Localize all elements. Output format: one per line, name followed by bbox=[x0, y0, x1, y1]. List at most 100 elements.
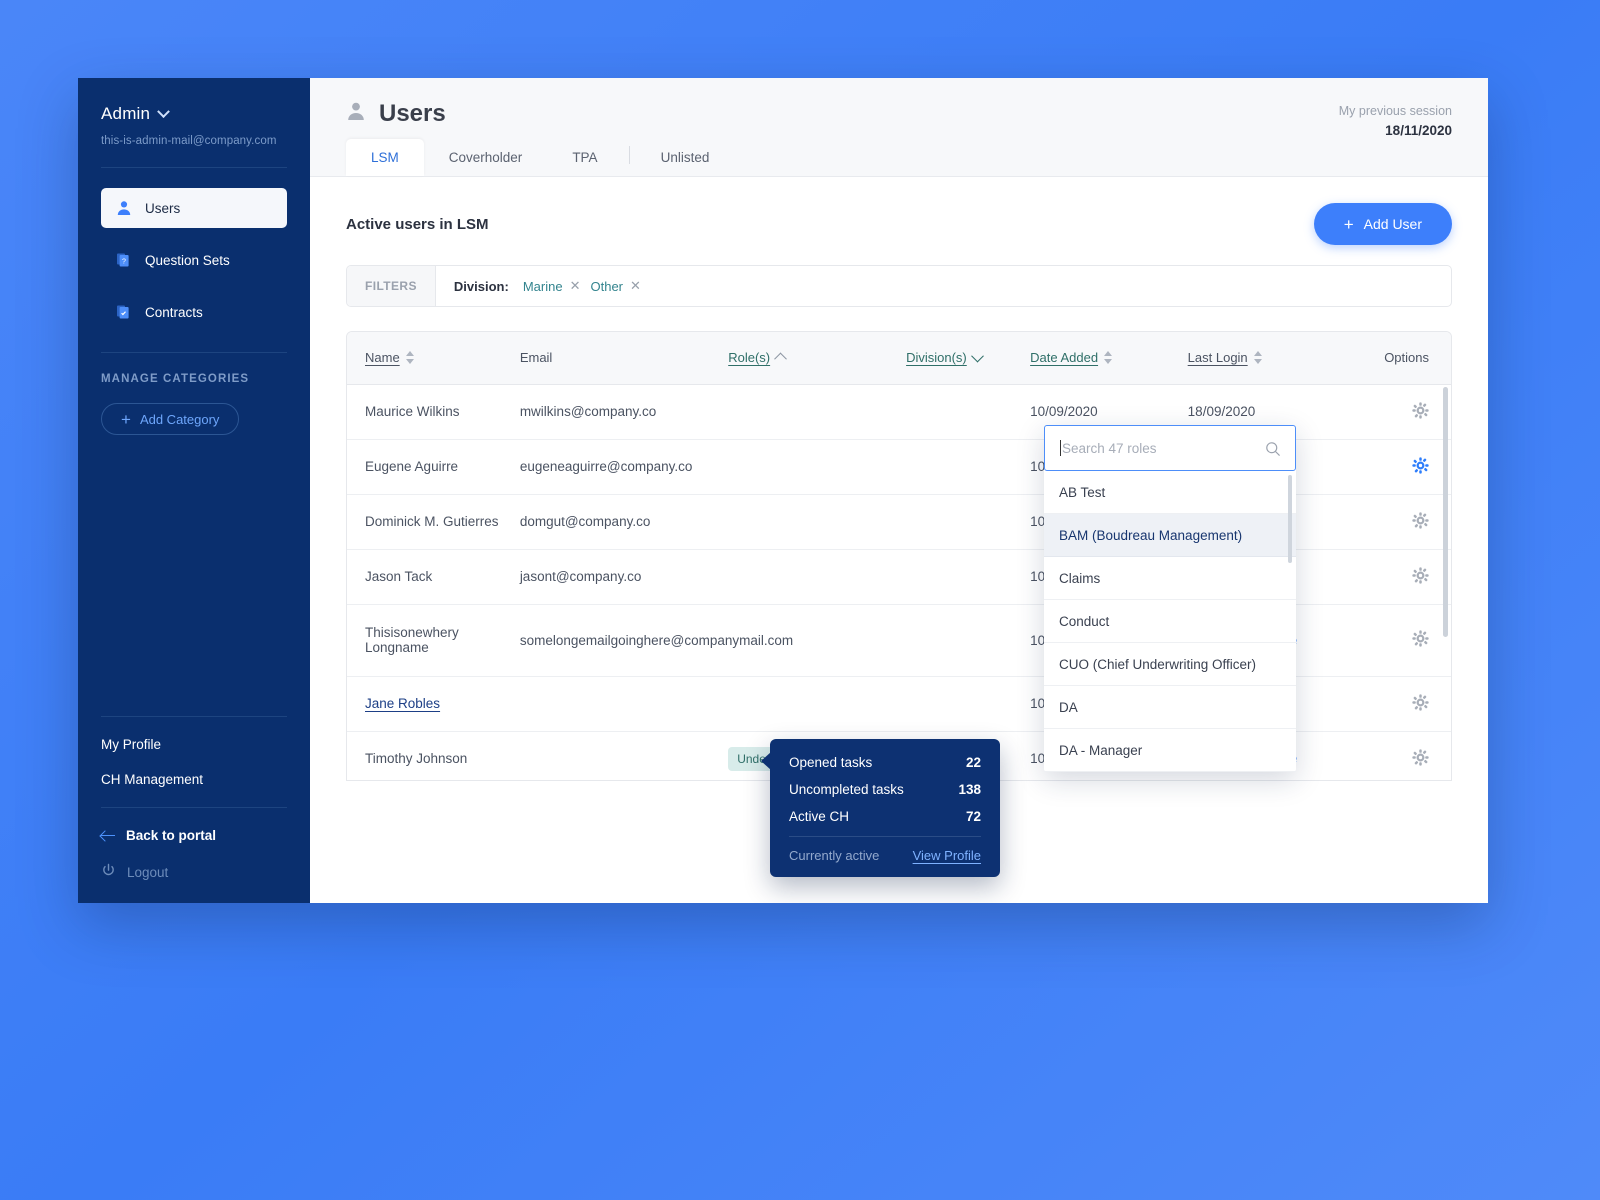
gear-icon[interactable] bbox=[1412, 748, 1429, 769]
dropdown-scrollbar[interactable] bbox=[1288, 475, 1292, 563]
add-user-label: Add User bbox=[1363, 216, 1422, 232]
power-icon bbox=[101, 863, 116, 881]
svg-text:?: ? bbox=[122, 258, 126, 265]
sidebar-divider-2 bbox=[101, 352, 287, 353]
cell-email: somelongemailgoinghere@companymail.com bbox=[519, 604, 793, 677]
role-option[interactable]: AB Test bbox=[1044, 471, 1296, 514]
tab-bar: LSM Coverholder TPA Unlisted bbox=[346, 139, 734, 176]
gear-icon[interactable] bbox=[1412, 401, 1429, 422]
role-option[interactable]: Conduct bbox=[1044, 600, 1296, 643]
add-user-button[interactable]: + Add User bbox=[1313, 203, 1452, 245]
col-header-label: Email bbox=[519, 350, 553, 366]
content-area: Active users in LSM + Add User FILTERS D… bbox=[310, 177, 1488, 781]
cell-email: jasont@company.co bbox=[519, 549, 729, 605]
col-header-date-added[interactable]: Date Added bbox=[1030, 332, 1188, 385]
filter-chip-marine[interactable]: Marine ✕ bbox=[523, 278, 581, 294]
table-header: Name Email Role(s) Division(s) Date Adde… bbox=[347, 332, 1451, 385]
role-filter-dropdown: Search 47 roles AB Test BAM (Boudreau Man… bbox=[1044, 425, 1296, 772]
gear-icon[interactable] bbox=[1412, 630, 1429, 650]
tooltip-stat-row: Uncompleted tasks 138 bbox=[789, 782, 981, 797]
gear-icon[interactable] bbox=[1412, 456, 1429, 477]
role-option[interactable]: DA bbox=[1044, 686, 1296, 729]
user-name: Dominick M. Gutierres bbox=[365, 514, 499, 529]
sidebar-item-question-sets[interactable]: ? Question Sets bbox=[101, 240, 287, 280]
main-panel: Users My previous session 18/11/2020 LSM… bbox=[310, 78, 1488, 903]
gear-icon[interactable] bbox=[1412, 566, 1429, 587]
role-search-field[interactable]: Search 47 roles bbox=[1044, 425, 1296, 471]
admin-menu[interactable]: Admin bbox=[101, 104, 287, 124]
users-page-icon bbox=[346, 100, 366, 128]
filters-body: Division: Marine ✕ Other ✕ bbox=[436, 266, 659, 306]
cell-name: Jason Tack bbox=[347, 549, 520, 605]
user-email: eugeneaguirre@company.co bbox=[519, 459, 693, 474]
admin-label: Admin bbox=[101, 104, 151, 123]
date-added-value: 10/09/2020 bbox=[1030, 404, 1098, 419]
col-header-options: Options bbox=[1365, 332, 1451, 385]
tab-tpa[interactable]: TPA bbox=[547, 139, 622, 176]
filter-chip-other[interactable]: Other ✕ bbox=[590, 278, 640, 294]
col-header-last-login[interactable]: Last Login bbox=[1187, 332, 1366, 385]
previous-session: My previous session 18/11/2020 bbox=[1339, 104, 1452, 138]
tab-unlisted[interactable]: Unlisted bbox=[636, 139, 735, 176]
user-email: somelongemailgoinghere@companymail.com bbox=[519, 632, 794, 648]
cell-division bbox=[906, 676, 1031, 732]
role-option[interactable]: DA - Manager bbox=[1044, 729, 1296, 772]
sidebar-item-my-profile[interactable]: My Profile bbox=[101, 737, 287, 752]
table-scrollbar[interactable] bbox=[1443, 387, 1448, 637]
col-header-roles[interactable]: Role(s) bbox=[728, 332, 907, 385]
cell-roles bbox=[728, 549, 907, 605]
close-icon[interactable]: ✕ bbox=[570, 278, 581, 294]
sidebar-item-label: Contracts bbox=[145, 304, 203, 320]
user-email: mwilkins@company.co bbox=[519, 404, 657, 419]
back-to-portal-button[interactable]: Back to portal bbox=[101, 828, 287, 843]
cell-email: mwilkins@company.co bbox=[519, 384, 729, 440]
cell-email bbox=[519, 731, 729, 780]
sort-both-icon bbox=[405, 351, 415, 365]
question-doc-icon: ? bbox=[116, 252, 132, 268]
cell-division bbox=[906, 494, 1031, 550]
section-title: Active users in LSM bbox=[346, 215, 489, 233]
add-category-button[interactable]: + Add Category bbox=[101, 403, 240, 435]
filter-chip-label: Marine bbox=[522, 278, 563, 294]
last-login-date: 18/09/2020 bbox=[1187, 404, 1256, 419]
col-header-label: Role(s) bbox=[728, 350, 771, 366]
cell-options bbox=[1365, 439, 1451, 495]
gear-icon[interactable] bbox=[1412, 511, 1429, 532]
gear-icon[interactable] bbox=[1412, 693, 1429, 714]
cell-name: Maurice Wilkins bbox=[347, 384, 520, 440]
cell-options bbox=[1365, 494, 1451, 550]
cell-name: Jane Robles bbox=[347, 676, 520, 732]
view-profile-link[interactable]: View Profile bbox=[913, 848, 981, 863]
tab-lsm[interactable]: LSM bbox=[346, 139, 424, 176]
add-category-label: Add Category bbox=[139, 411, 220, 427]
search-icon bbox=[1265, 441, 1281, 462]
sidebar-item-contracts[interactable]: Contracts bbox=[101, 292, 287, 332]
logout-button[interactable]: Logout bbox=[101, 863, 287, 881]
sidebar-item-users[interactable]: Users bbox=[101, 188, 287, 228]
role-option-list[interactable]: AB Test BAM (Boudreau Management) Claims Co… bbox=[1044, 471, 1296, 772]
table-header-row: Name Email Role(s) Division(s) Date Adde… bbox=[347, 332, 1451, 385]
filter-chip-label: Other bbox=[590, 278, 623, 294]
cell-name: Dominick M. Gutierres bbox=[347, 494, 520, 550]
cell-roles bbox=[728, 384, 907, 440]
tab-coverholder[interactable]: Coverholder bbox=[424, 139, 548, 176]
stat-value: 72 bbox=[965, 809, 981, 824]
role-option[interactable]: CUO (Chief Underwriting Officer) bbox=[1044, 643, 1296, 686]
stat-label: Uncompleted tasks bbox=[789, 782, 904, 797]
sidebar-item-ch-management[interactable]: CH Management bbox=[101, 772, 287, 787]
close-icon[interactable]: ✕ bbox=[630, 278, 641, 294]
arrow-left-icon bbox=[101, 830, 115, 842]
col-header-divisions[interactable]: Division(s) bbox=[906, 332, 1031, 385]
sidebar-divider-4 bbox=[101, 807, 287, 808]
role-option[interactable]: Claims bbox=[1044, 557, 1296, 600]
sidebar-item-label: Question Sets bbox=[145, 252, 230, 268]
cell-options bbox=[1365, 604, 1451, 677]
col-header-name[interactable]: Name bbox=[347, 332, 520, 385]
col-header-email: Email bbox=[519, 332, 729, 385]
user-name-link[interactable]: Jane Robles bbox=[365, 696, 440, 711]
page-title-text: Users bbox=[379, 100, 446, 127]
filters-label: FILTERS bbox=[347, 266, 436, 306]
user-stats-tooltip: Opened tasks 22 Uncompleted tasks 138 Ac… bbox=[761, 739, 1000, 877]
cell-options bbox=[1365, 384, 1451, 440]
role-option[interactable]: BAM (Boudreau Management) bbox=[1044, 514, 1296, 557]
